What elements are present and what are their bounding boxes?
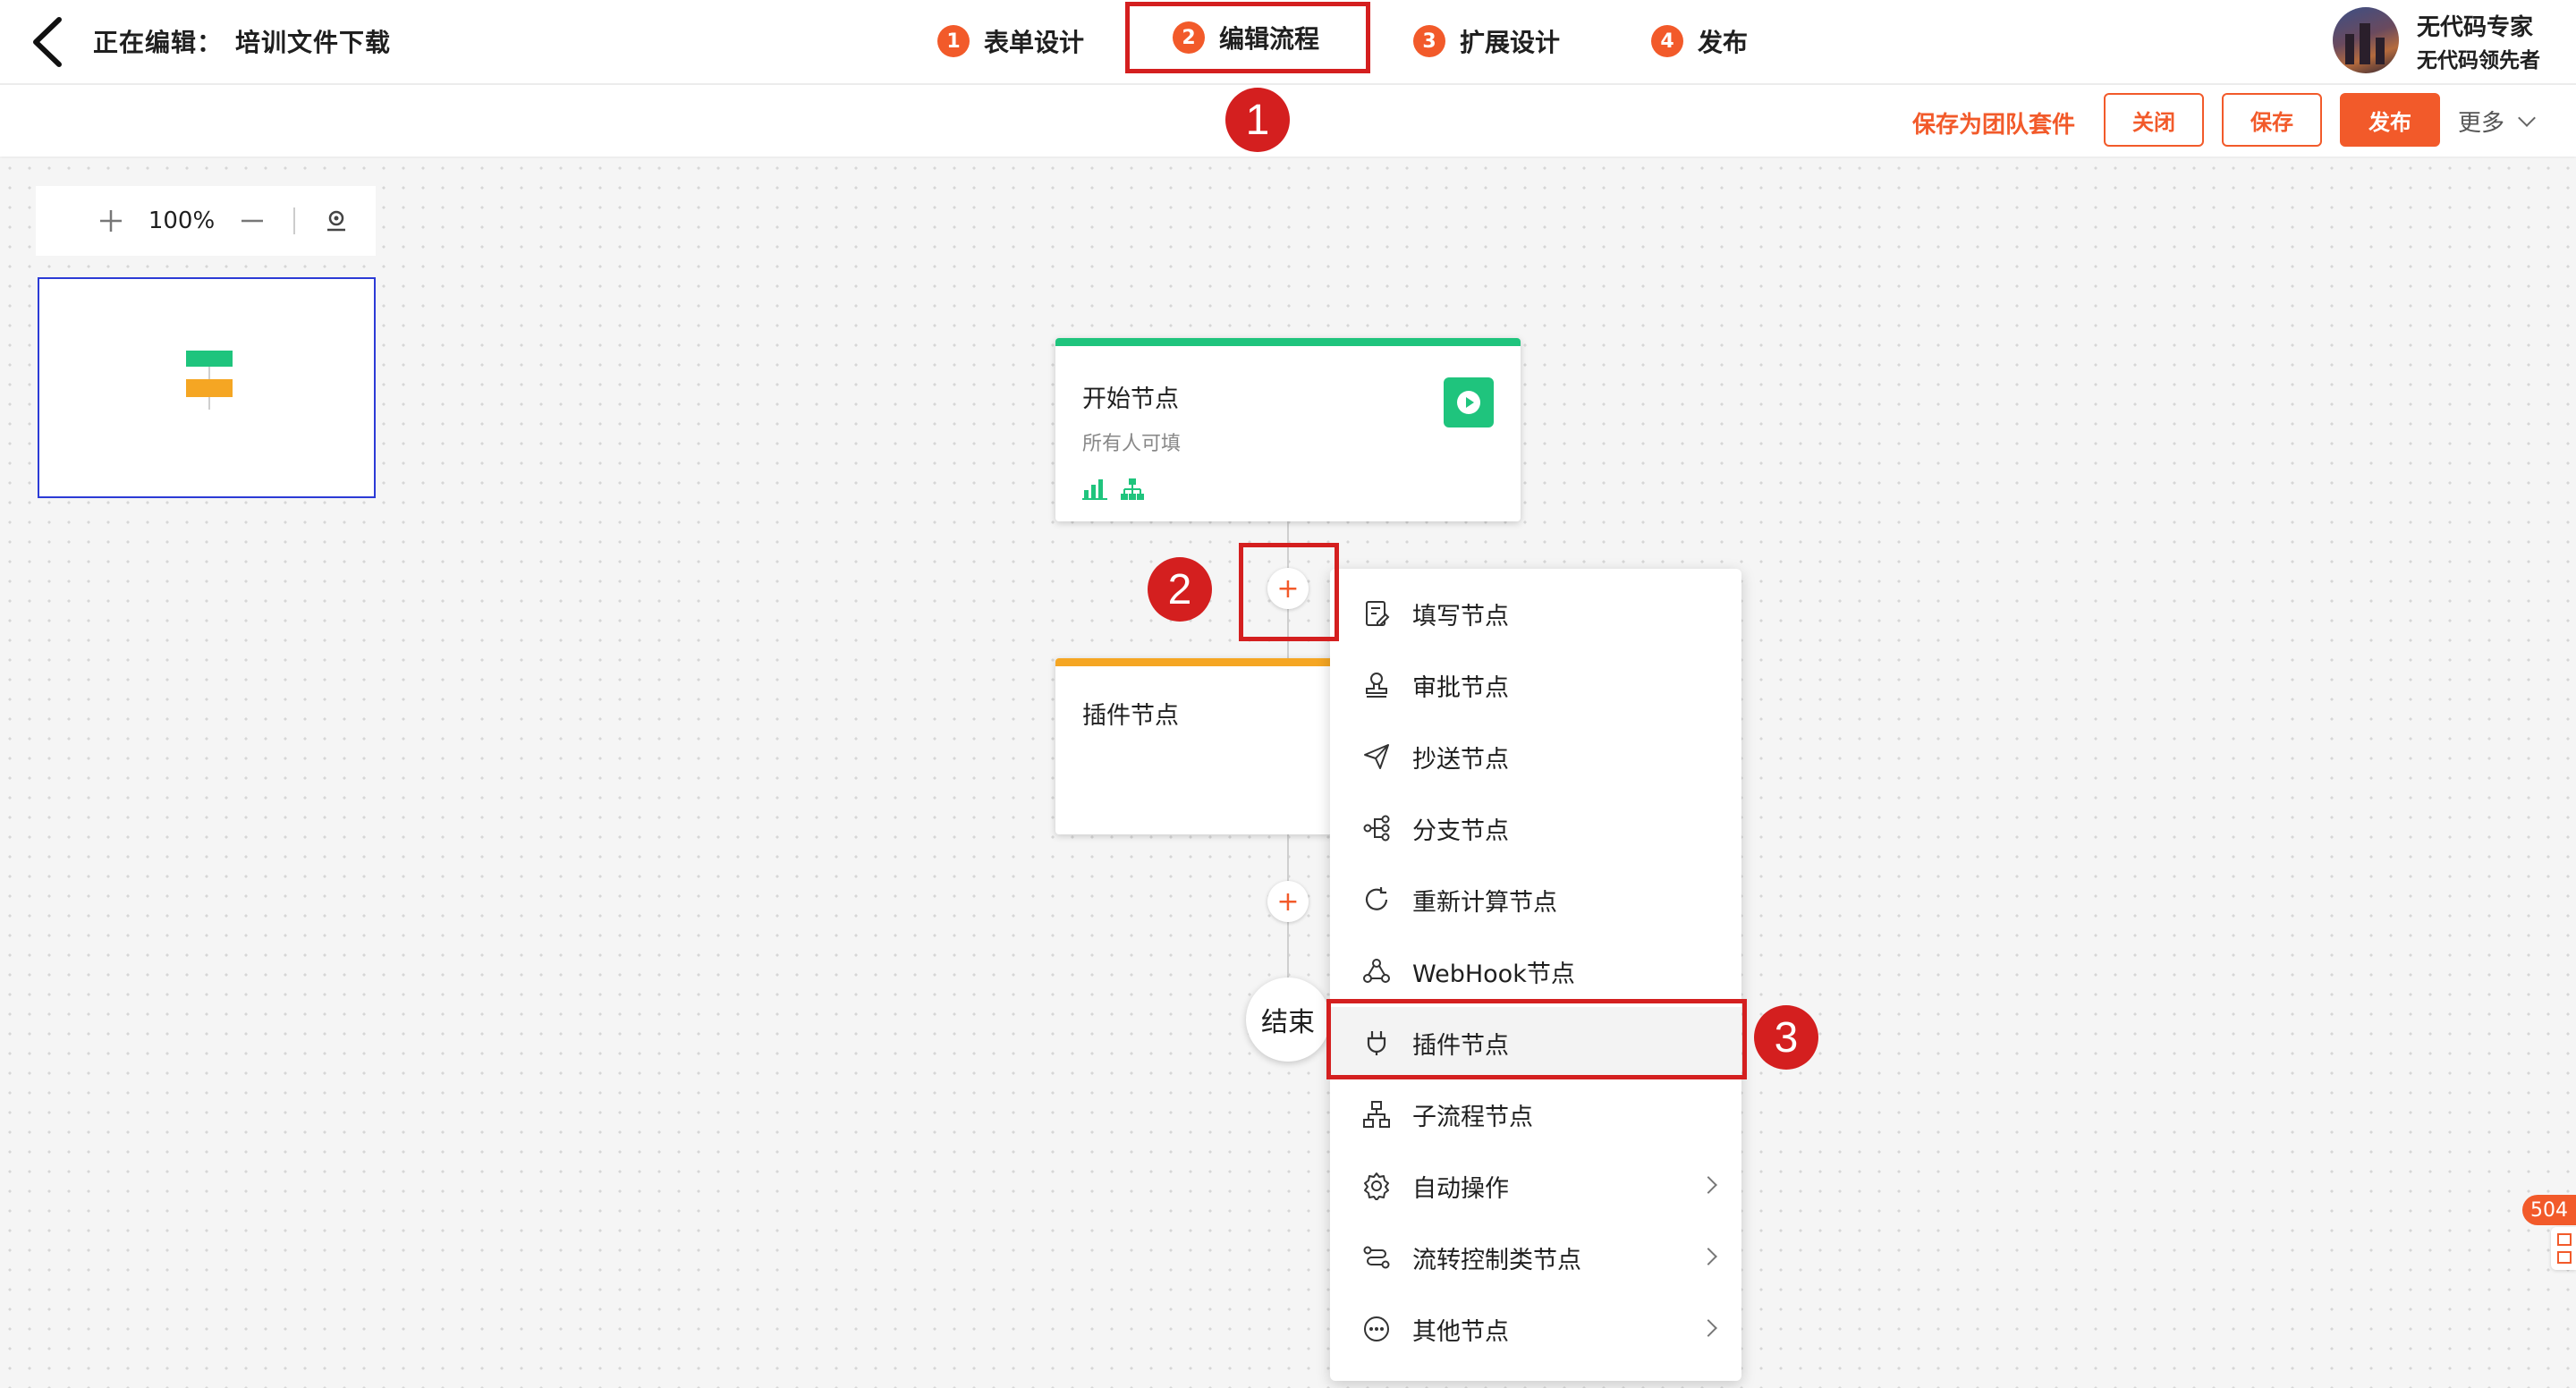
back-icon[interactable] [27,16,72,68]
menu-item-recalc-node[interactable]: 重新计算节点 [1330,864,1741,935]
menu-item-label: 审批节点 [1412,673,1509,702]
menu-item-webhook-node[interactable]: WebHook节点 [1330,935,1741,1007]
refresh-icon [1360,884,1393,916]
menu-item-label: 流转控制类节点 [1412,1246,1581,1274]
menu-item-label: 分支节点 [1412,817,1509,845]
menu-item-approval-node[interactable]: 审批节点 [1330,649,1741,721]
chevron-right-icon [1699,1248,1717,1265]
menu-item-label: 重新计算节点 [1412,888,1557,917]
menu-item-branch-node[interactable]: 分支节点 [1330,792,1741,864]
stats-icon[interactable] [1082,478,1107,504]
menu-item-subflow-node[interactable]: 子流程节点 [1330,1079,1741,1150]
more-menu[interactable]: 更多 [2458,105,2536,138]
start-node-subtitle: 所有人可填 [1082,433,1182,455]
play-icon[interactable] [1444,377,1494,427]
tab-edit-flow[interactable]: 2 编辑流程 [1125,2,1370,73]
zoom-level: 100% [148,207,216,234]
webhook-icon [1360,955,1393,987]
menu-item-label: 其他节点 [1412,1317,1509,1346]
minimap[interactable] [38,277,376,498]
file-name: 培训文件下载 [235,28,392,57]
menu-item-label: WebHook节点 [1412,960,1575,988]
step-number: 1 [937,25,970,57]
editing-label: 正在编辑： [93,28,224,57]
form-fill-icon [1360,597,1393,630]
plugin-node-title: 插件节点 [1082,702,1179,730]
top-bar: 正在编辑： 培训文件下载 1 表单设计 2 编辑流程 3 扩展设计 4 发布 无代… [0,0,2576,85]
avatar[interactable] [2333,7,2399,73]
locate-icon[interactable] [315,199,358,242]
step-number: 3 [1413,25,1445,57]
gear-icon [1360,1170,1393,1202]
menu-item-label: 抄送节点 [1412,745,1509,774]
menu-item-label: 填写节点 [1412,602,1509,631]
menu-item-label: 自动操作 [1412,1174,1509,1203]
more-label: 更多 [2458,110,2505,137]
chevron-right-icon [1699,1319,1717,1337]
step-number: 2 [1173,21,1205,54]
step-label: 编辑流程 [1219,24,1320,54]
step-label: 表单设计 [984,28,1085,57]
tab-form-design[interactable]: 1 表单设计 [937,21,1084,61]
zoom-in-icon[interactable] [89,199,132,242]
add-node-menu: 填写节点 审批节点 抄送节点 分支节点 重新计算节点 WebHook节点 插件节… [1330,569,1741,1381]
menu-item-flow-control[interactable]: 流转控制类节点 [1330,1222,1741,1293]
publish-button[interactable]: 发布 [2340,93,2440,147]
step-label: 扩展设计 [1460,28,1561,57]
flow-control-icon [1360,1241,1393,1274]
annotation-badge-3: 3 [1754,1005,1818,1070]
save-button[interactable]: 保存 [2222,93,2322,147]
end-node[interactable]: 结束 [1246,978,1330,1062]
user-name: 无代码专家 [2417,14,2534,41]
annotation-box-3 [1326,999,1747,1079]
branch-icon [1360,812,1393,844]
start-node-bar [1055,338,1521,346]
step-number: 4 [1651,25,1683,57]
start-node[interactable]: 开始节点 所有人可填 [1055,338,1521,521]
send-icon [1360,741,1393,773]
editing-title: 正在编辑： 培训文件下载 [93,23,391,59]
step-label: 发布 [1698,28,1749,57]
annotation-badge-1: 1 [1225,88,1290,152]
user-title: 无代码领先者 [2417,49,2540,72]
tab-extension-design[interactable]: 3 扩展设计 [1413,21,1560,61]
annotation-box-2 [1239,543,1339,641]
more-dots-icon [1360,1313,1393,1345]
chevron-right-icon [1699,1176,1717,1194]
divider [293,207,295,234]
start-node-title: 开始节点 [1082,385,1179,413]
org-tree-icon[interactable] [1120,478,1145,504]
subflow-icon [1360,1098,1393,1130]
menu-item-label: 子流程节点 [1412,1103,1533,1131]
zoom-out-icon[interactable] [231,199,274,242]
annotation-badge-2: 2 [1148,557,1212,622]
menu-item-auto-action[interactable]: 自动操作 [1330,1150,1741,1222]
save-as-team-kit-button[interactable]: 保存为团队套件 [1912,106,2075,140]
close-button[interactable]: 关闭 [2104,93,2204,147]
zoom-controls: 100% [36,186,376,256]
side-panel-icon[interactable] [2551,1227,2576,1270]
chevron-down-icon [2518,108,2536,127]
notification-count-badge[interactable]: 504 [2522,1195,2576,1225]
tab-publish[interactable]: 4 发布 [1651,21,1748,61]
add-node-button[interactable]: + [1267,881,1309,922]
menu-item-other-nodes[interactable]: 其他节点 [1330,1293,1741,1365]
menu-item-cc-node[interactable]: 抄送节点 [1330,721,1741,792]
stamp-icon [1360,669,1393,701]
menu-item-fill-node[interactable]: 填写节点 [1330,578,1741,649]
